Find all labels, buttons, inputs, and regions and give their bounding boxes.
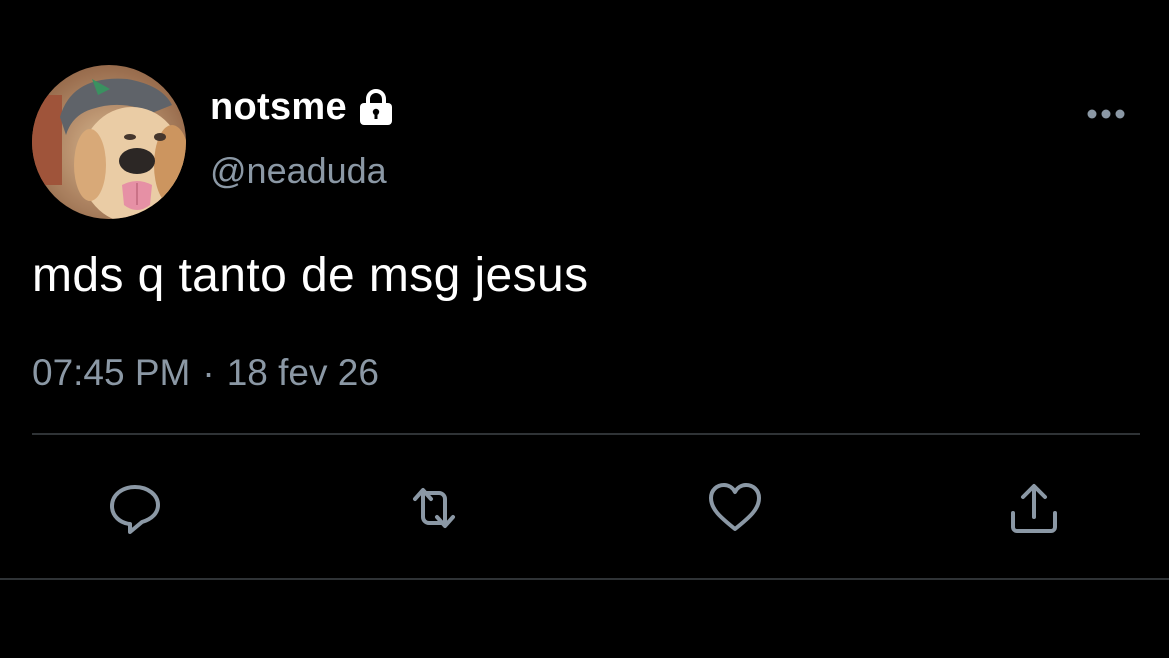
- author-handle[interactable]: @neaduda: [210, 150, 387, 192]
- reply-icon: [110, 485, 160, 534]
- meta-separator: ·: [202, 352, 215, 393]
- heart-icon: [709, 483, 761, 531]
- share-button[interactable]: [1004, 478, 1064, 538]
- bottom-divider: [0, 578, 1169, 580]
- author-name-row[interactable]: notsme: [210, 84, 397, 130]
- like-button[interactable]: [705, 478, 765, 538]
- tweet-card: notsme @neaduda mds q tanto de msg jesus…: [0, 0, 1169, 658]
- more-icon[interactable]: [1084, 104, 1128, 124]
- tweet-time: 07:45 PM: [32, 352, 191, 393]
- tweet-text: mds q tanto de msg jesus: [32, 249, 589, 302]
- tweet-timestamp[interactable]: 07:45 PM · 18 fev 26: [32, 352, 379, 394]
- tweet-date: 18 fev 26: [226, 352, 379, 393]
- share-icon: [1011, 484, 1057, 533]
- avatar-image: [32, 65, 186, 219]
- divider: [32, 433, 1140, 435]
- lock-icon: [355, 86, 397, 128]
- retweet-icon: [413, 488, 455, 528]
- retweet-button[interactable]: [404, 478, 464, 538]
- reply-button[interactable]: [105, 478, 165, 538]
- avatar[interactable]: [32, 65, 186, 219]
- display-name[interactable]: notsme: [210, 86, 347, 129]
